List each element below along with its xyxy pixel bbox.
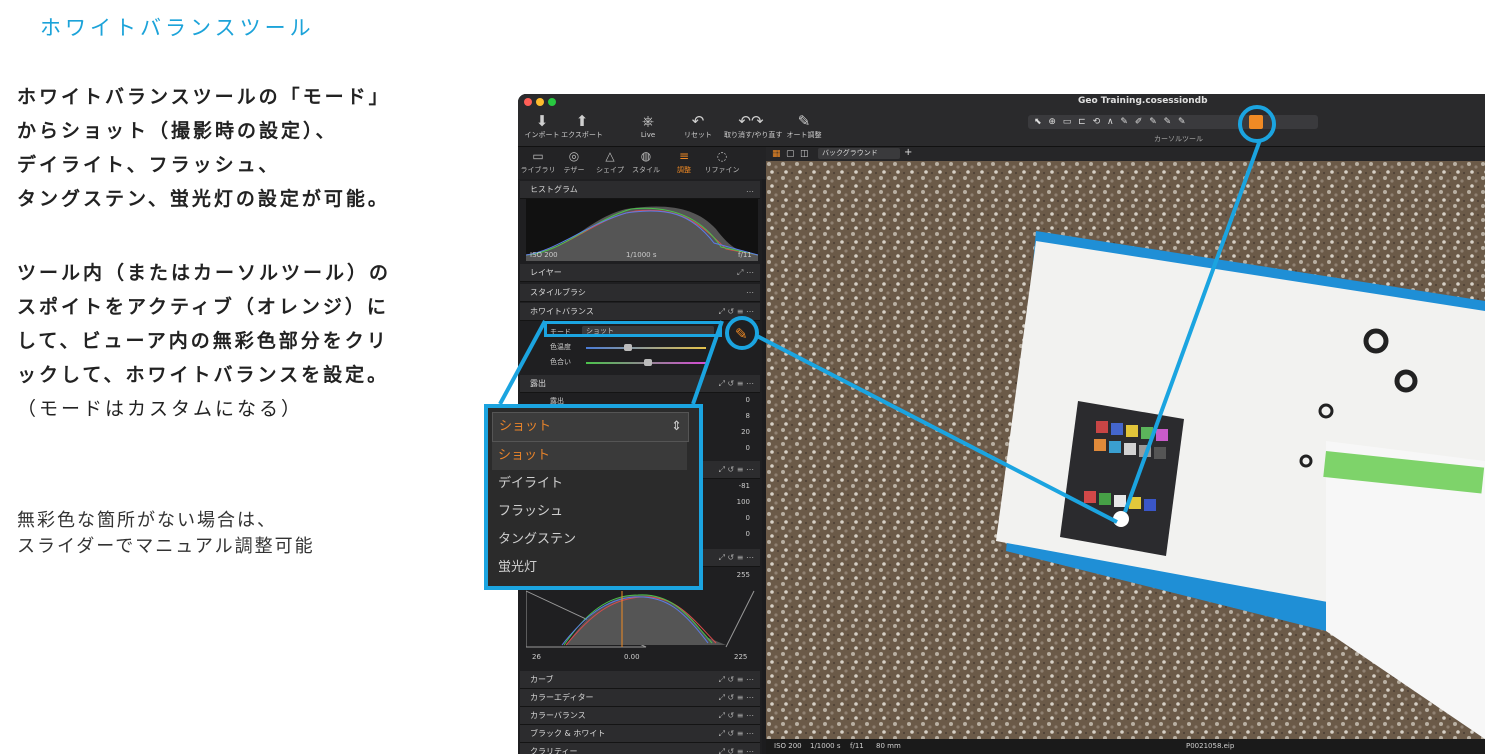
dropdown-option-fluorescent[interactable]: 蛍光灯: [492, 554, 687, 582]
callout-line: [756, 334, 1118, 524]
dropdown-option-flash[interactable]: フラッシュ: [492, 498, 687, 526]
callout-line: [1123, 139, 1262, 513]
toolbar-picker-highlight: [1238, 105, 1276, 143]
mode-dropdown-header[interactable]: ショット ⇕: [492, 412, 689, 442]
callout-overlay: ✎: [498, 105, 1276, 524]
panel-picker-icon[interactable]: ✎: [735, 325, 748, 343]
callout-line: [691, 320, 724, 405]
chevron-updown-icon: ⇕: [671, 419, 682, 434]
dropdown-option-daylight[interactable]: デイライト: [492, 470, 687, 498]
dropdown-current: ショット: [499, 419, 552, 434]
callout-line: [498, 320, 547, 405]
dropdown-option-tungsten[interactable]: タングステン: [492, 526, 687, 554]
mode-dropdown-zoom: ショット ⇕ ショット デイライト フラッシュ タングステン 蛍光灯: [484, 404, 703, 590]
dropdown-option-shot[interactable]: ショット: [492, 442, 687, 470]
